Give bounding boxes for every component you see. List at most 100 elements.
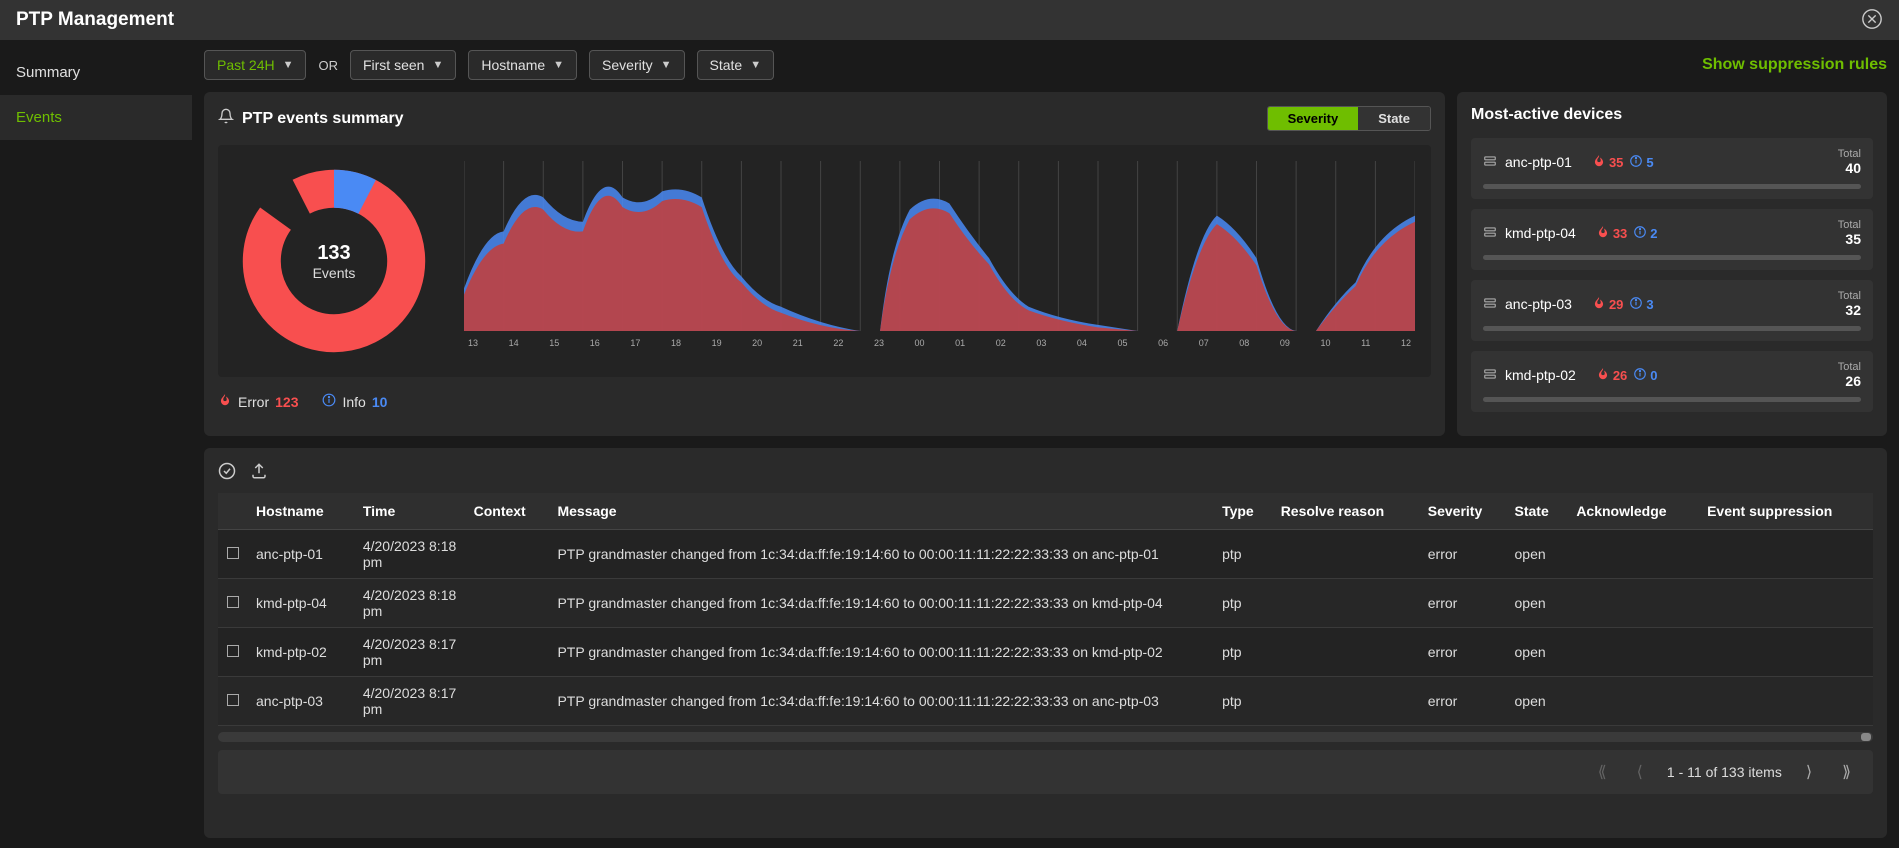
cell-message: PTP grandmaster changed from 1c:34:da:ff… (549, 677, 1214, 726)
device-total-count: 32 (1838, 302, 1861, 318)
cell-severity: error (1420, 628, 1507, 677)
cell-suppression (1699, 628, 1873, 677)
x-tick: 23 (874, 338, 884, 348)
col-time[interactable]: Time (355, 493, 466, 530)
bell-icon (218, 108, 234, 129)
pager-next[interactable]: ⟩ (1800, 760, 1818, 784)
device-card[interactable]: kmd-ptp-02 26 0 Total26 (1471, 351, 1873, 412)
sidebar-item-events[interactable]: Events (0, 95, 192, 140)
device-error-count: 26 (1613, 368, 1627, 383)
devices-panel-title: Most-active devices (1471, 106, 1873, 124)
summary-panel: PTP events summary Severity State (204, 92, 1445, 436)
cell-type: ptp (1214, 628, 1273, 677)
timeline-chart: 1314151617181920212223000102030405060708… (464, 161, 1415, 361)
table-row[interactable]: anc-ptp-01 4/20/2023 8:18 pm PTP grandma… (218, 530, 1873, 579)
x-tick: 12 (1401, 338, 1411, 348)
filter-time-range[interactable]: Past 24H ▼ (204, 50, 306, 80)
legend-info-label: Info (342, 394, 365, 410)
col-severity[interactable]: Severity (1420, 493, 1507, 530)
filter-first-seen[interactable]: First seen ▼ (350, 50, 456, 80)
close-icon[interactable] (1861, 8, 1883, 33)
device-card[interactable]: anc-ptp-01 35 5 Total40 (1471, 138, 1873, 199)
x-tick: 04 (1077, 338, 1087, 348)
x-tick: 21 (793, 338, 803, 348)
table-row[interactable]: anc-ptp-03 4/20/2023 8:17 pm PTP grandma… (218, 677, 1873, 726)
device-name: kmd-ptp-04 (1505, 225, 1576, 241)
info-icon (1629, 154, 1643, 171)
row-checkbox[interactable] (227, 645, 239, 657)
device-name: kmd-ptp-02 (1505, 367, 1576, 383)
filter-state[interactable]: State ▼ (697, 50, 775, 80)
device-card[interactable]: anc-ptp-03 29 3 Total32 (1471, 280, 1873, 341)
flame-icon (1592, 296, 1606, 313)
col-resolve[interactable]: Resolve reason (1273, 493, 1420, 530)
x-tick: 07 (1199, 338, 1209, 348)
filter-first-seen-label: First seen (363, 57, 424, 73)
device-total-count: 26 (1838, 373, 1861, 389)
cell-hostname: kmd-ptp-02 (248, 628, 355, 677)
cell-resolve (1273, 677, 1420, 726)
x-tick: 13 (468, 338, 478, 348)
x-tick: 02 (996, 338, 1006, 348)
x-tick: 09 (1280, 338, 1290, 348)
col-message[interactable]: Message (549, 493, 1214, 530)
sidebar-item-summary[interactable]: Summary (0, 50, 192, 95)
show-suppression-rules-link[interactable]: Show suppression rules (1702, 56, 1887, 74)
col-type[interactable]: Type (1214, 493, 1273, 530)
filter-state-label: State (710, 57, 743, 73)
filter-severity[interactable]: Severity ▼ (589, 50, 684, 80)
x-tick: 18 (671, 338, 681, 348)
table-row[interactable]: kmd-ptp-04 4/20/2023 8:18 pm PTP grandma… (218, 579, 1873, 628)
pager-last[interactable]: ⟫ (1836, 760, 1857, 784)
row-checkbox[interactable] (227, 596, 239, 608)
x-tick: 19 (712, 338, 722, 348)
cell-time: 4/20/2023 8:18 pm (355, 530, 466, 579)
cell-type: ptp (1214, 677, 1273, 726)
export-icon[interactable] (250, 462, 268, 483)
filter-hostname[interactable]: Hostname ▼ (468, 50, 577, 80)
cell-hostname: anc-ptp-01 (248, 530, 355, 579)
toggle-state[interactable]: State (1358, 107, 1430, 130)
device-card[interactable]: kmd-ptp-04 33 2 Total35 (1471, 209, 1873, 270)
cell-resolve (1273, 628, 1420, 677)
device-total-count: 40 (1838, 160, 1861, 176)
cell-type: ptp (1214, 530, 1273, 579)
table-row[interactable]: kmd-ptp-02 4/20/2023 8:17 pm PTP grandma… (218, 628, 1873, 677)
col-ack[interactable]: Acknowledge (1568, 493, 1699, 530)
device-name: anc-ptp-01 (1505, 154, 1572, 170)
cell-context (466, 677, 550, 726)
device-error-count: 35 (1609, 155, 1623, 170)
legend-error-label: Error (238, 394, 269, 410)
x-tick: 15 (549, 338, 559, 348)
col-hostname[interactable]: Hostname (248, 493, 355, 530)
info-icon (322, 393, 336, 410)
x-tick: 11 (1361, 338, 1370, 348)
col-state[interactable]: State (1507, 493, 1569, 530)
col-suppression[interactable]: Event suppression (1699, 493, 1873, 530)
device-info-count: 2 (1650, 226, 1657, 241)
horizontal-scrollbar[interactable] (218, 732, 1873, 742)
row-checkbox[interactable] (227, 694, 239, 706)
cell-suppression (1699, 677, 1873, 726)
x-tick: 17 (630, 338, 640, 348)
toggle-severity[interactable]: Severity (1268, 107, 1359, 130)
device-info-count: 3 (1646, 297, 1653, 312)
flame-icon (1592, 154, 1606, 171)
page-title: PTP Management (16, 9, 174, 31)
ack-all-icon[interactable] (218, 462, 236, 483)
x-tick: 05 (1118, 338, 1128, 348)
x-tick: 00 (915, 338, 925, 348)
chevron-down-icon: ▼ (432, 59, 443, 71)
cell-state: open (1507, 677, 1569, 726)
cell-time: 4/20/2023 8:18 pm (355, 579, 466, 628)
col-context[interactable]: Context (466, 493, 550, 530)
row-checkbox[interactable] (227, 547, 239, 559)
pager-first[interactable]: ⟪ (1592, 760, 1613, 784)
pager-prev[interactable]: ⟨ (1631, 760, 1649, 784)
events-table-panel: Hostname Time Context Message Type Resol… (204, 448, 1887, 838)
device-icon (1483, 154, 1497, 171)
cell-type: ptp (1214, 579, 1273, 628)
device-bar (1483, 255, 1861, 260)
cell-resolve (1273, 579, 1420, 628)
device-bar (1483, 397, 1861, 402)
